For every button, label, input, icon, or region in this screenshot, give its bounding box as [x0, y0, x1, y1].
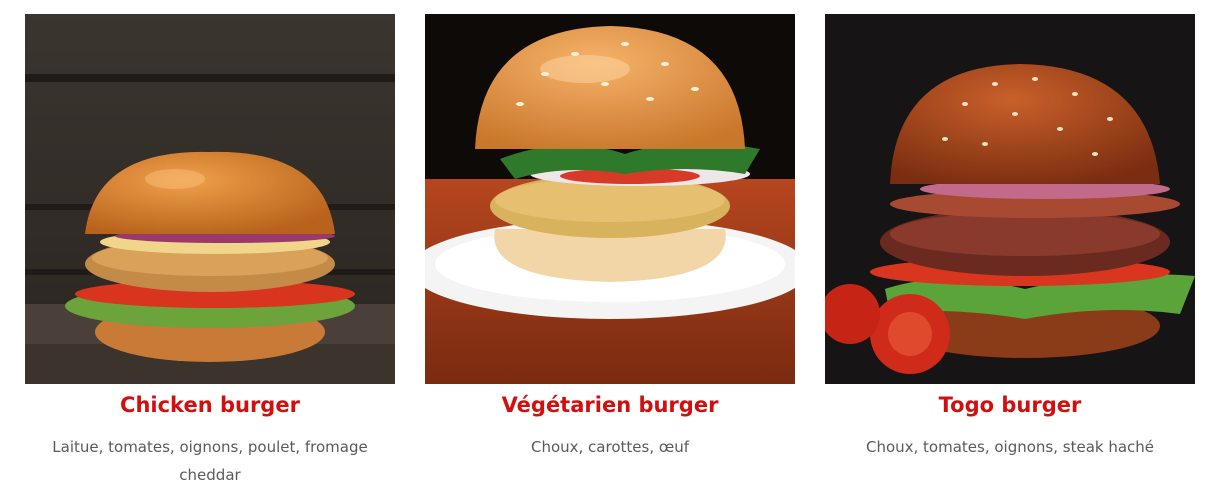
menu-card-chicken: Chicken burger Laitue, tomates, oignons,… [25, 14, 395, 489]
chicken-burger-photo [25, 14, 395, 384]
item-description: Choux, tomates, oignons, steak haché [865, 438, 1155, 456]
menu-card-togo: Togo burger Choux, tomates, oignons, ste… [825, 14, 1195, 461]
togo-burger-photo [825, 14, 1195, 384]
veggie-burger-photo [425, 14, 795, 384]
item-title: Togo burger [938, 393, 1082, 417]
item-description: Choux, carottes, œuf [530, 438, 689, 456]
menu-card-vegetarian: Végétarien burger Choux, carottes, œuf [425, 14, 795, 461]
item-description: Laitue, tomates, oignons, poulet, fromag… [52, 438, 368, 484]
item-title: Végétarien burger [501, 393, 719, 417]
item-title: Chicken burger [120, 393, 300, 417]
